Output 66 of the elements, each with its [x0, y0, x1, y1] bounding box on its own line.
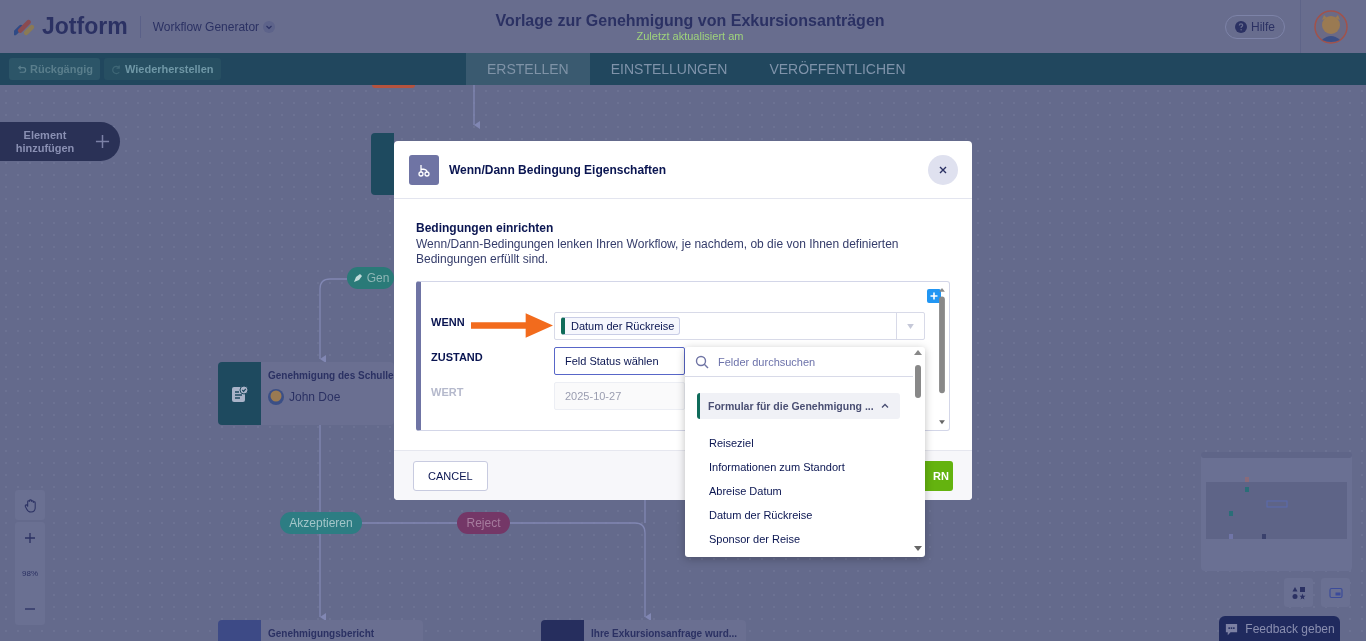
- feedback-button[interactable]: Feedback geben: [1219, 616, 1340, 641]
- field-option[interactable]: Reiseziel: [685, 431, 925, 455]
- pan-tool-button[interactable]: [15, 490, 45, 520]
- tab[interactable]: EINSTELLUNGEN: [589, 53, 749, 85]
- section-title: Bedingungen einrichten: [416, 221, 555, 235]
- tab[interactable]: VERÖFFENTLICHEN: [748, 53, 927, 85]
- shapes-icon: [1291, 585, 1306, 600]
- field-option[interactable]: Informationen zum Standort: [685, 455, 925, 479]
- field-option[interactable]: Datum der Rückreise: [685, 503, 925, 527]
- minimap-drawing[interactable]: [1201, 452, 1352, 571]
- cancel-button[interactable]: CANCEL: [413, 460, 488, 491]
- undo-icon: [16, 63, 27, 75]
- search-icon: [695, 354, 709, 369]
- search-field[interactable]: Felder durchsuchen: [685, 347, 913, 377]
- avatar-icon: [268, 389, 284, 405]
- caret-icon: [907, 323, 914, 329]
- tab[interactable]: ERSTELLEN: [466, 53, 590, 85]
- plus-icon: [95, 134, 110, 149]
- feedback-icon: [1224, 621, 1240, 637]
- avatar-icon[interactable]: [1314, 9, 1348, 44]
- field-select[interactable]: Datum der Rückreise: [554, 312, 925, 340]
- minimap-toggle-button[interactable]: [1321, 578, 1350, 607]
- logo-text: Jotform: [42, 13, 128, 40]
- node-stub: [372, 85, 415, 88]
- workflow-node[interactable]: Genehmigungsbericht: [218, 620, 423, 641]
- condition-label: WERT: [431, 385, 464, 398]
- help-icon: [1234, 20, 1247, 33]
- hand-icon: [22, 497, 38, 513]
- dialog-title: Wenn/Dann Bedingung Eigenschaften: [449, 162, 668, 177]
- add-element-button[interactable]: Element hinzufügen: [0, 122, 120, 161]
- minimap-icon: [1328, 585, 1343, 600]
- product-menu[interactable]: Workflow Generator: [152, 19, 276, 34]
- chevron-icon: [880, 401, 890, 411]
- approval-icon: [229, 383, 250, 404]
- branch-label[interactable]: Akzeptieren: [280, 512, 362, 534]
- add-condition-button[interactable]: [927, 289, 941, 303]
- redo-icon: [110, 63, 122, 75]
- field-chip: Datum der Rückreise: [561, 317, 681, 335]
- branch-label[interactable]: Gen: [347, 267, 394, 289]
- plus-icon: [929, 291, 939, 301]
- pen-icon: [351, 272, 364, 284]
- form-title: Vorlage zur Genehmigung von Exkursionsanträgen: [495, 11, 885, 30]
- shapes-button[interactable]: [1284, 578, 1313, 607]
- chevron-icon: [263, 20, 276, 33]
- section-description: Wenn/Dann-Bedingungen lenken Ihren Workflow, je nachdem, ob die von Ihnen definierten Bedingungen erfüllt sind.: [416, 237, 900, 267]
- plus-icon: [24, 532, 36, 544]
- assignee-name: John Doe: [289, 390, 341, 404]
- branch-label[interactable]: Reject: [457, 512, 510, 534]
- field-group-header[interactable]: Formular für die Genehmigung ...: [697, 393, 900, 419]
- close-icon: [938, 164, 948, 175]
- node-title: Genehmigungsbericht: [268, 628, 375, 639]
- workflow-node[interactable]: [371, 133, 394, 195]
- workflow-node[interactable]: Genehmigung des Schulle John Doe: [218, 362, 394, 425]
- redo-button[interactable]: Wiederherstellen: [103, 58, 221, 80]
- field-option[interactable]: Abreise Datum: [685, 479, 925, 503]
- close-button[interactable]: [928, 154, 958, 185]
- last-updated-text: Zuletzt aktualisiert am: [636, 29, 744, 42]
- branch-icon: [409, 154, 439, 185]
- status-select[interactable]: Feld Status wählen: [554, 347, 685, 375]
- condition-label: ZUSTAND: [431, 350, 483, 363]
- node-title: Ihre Exkursionsanfrage wurd...: [591, 628, 738, 639]
- workflow-node[interactable]: Ihre Exkursionsanfrage wurd...: [541, 620, 746, 641]
- save-button[interactable]: RN: [925, 460, 953, 491]
- field-option[interactable]: Sponsor der Reise: [685, 527, 925, 551]
- condition-label: WENN: [431, 315, 465, 328]
- node-title: Genehmigung des Schulle: [268, 370, 394, 381]
